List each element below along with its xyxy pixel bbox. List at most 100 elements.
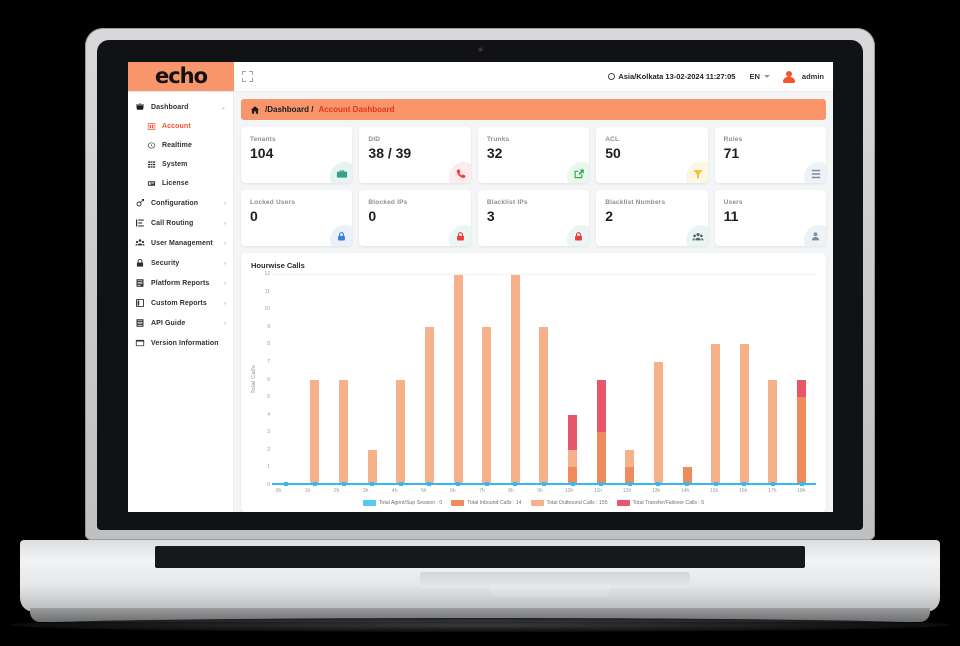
chart-bar-column[interactable] (329, 274, 358, 487)
sidebar-item-custom-reports[interactable]: Custom Reports › (128, 293, 233, 313)
breadcrumb-path[interactable]: /Dashboard / (265, 105, 313, 114)
chart-bar-segment (539, 326, 549, 485)
chart-bar-column[interactable] (644, 274, 673, 487)
chart-bar-stack (568, 274, 578, 485)
chart-bar-column[interactable] (730, 274, 759, 487)
sidebar-item-license[interactable]: License (128, 174, 233, 193)
chart-bar-column[interactable] (701, 274, 730, 487)
chart-y-tick: 9 (267, 323, 270, 330)
chart-legend-item[interactable]: Total Agent/Sup Session : 0 (362, 500, 443, 506)
brand-logo-area[interactable]: echo (128, 62, 234, 91)
chart-legend-item[interactable]: Total Outbound Calls : 155 (530, 500, 608, 506)
chart-x-axis: 0h 1h 2h 3h 4h 5h 6h 7h 8h 9h 10h 11h 12h 13h 14h 15h 16… (264, 485, 816, 496)
chart-bar-stack (596, 274, 606, 485)
stat-card-value: 0 (368, 208, 377, 224)
chart-bar-segment (797, 397, 807, 485)
chart-bar-column[interactable] (387, 274, 416, 487)
chevron-right-icon: › (223, 219, 226, 227)
chart-title: Hourwise Calls (251, 261, 305, 270)
stat-card-rules[interactable]: Rules 71 (714, 127, 827, 183)
sidebar-item-configuration[interactable]: Configuration › (128, 193, 233, 213)
chart-bar-segment (568, 414, 578, 450)
sidebar-item-dashboard[interactable]: Dashboard ⌄ (128, 97, 233, 117)
avatar[interactable] (782, 70, 796, 84)
platform-reports-icon (136, 279, 144, 287)
chart-x-tick: 12h (622, 487, 632, 494)
stat-card-trunks[interactable]: Trunks 32 (477, 127, 590, 183)
stat-card-value: 32 (486, 145, 503, 161)
chart-bar-column[interactable] (472, 274, 501, 487)
chevron-right-icon: › (223, 239, 226, 247)
sidebar-item-api-guide[interactable]: API Guide › (128, 313, 233, 333)
sidebar-item-label: Version Information (151, 339, 219, 347)
stat-card-users[interactable]: Users 11 (714, 190, 827, 246)
chart-bar-column[interactable] (444, 274, 473, 487)
sidebar-item-version-information[interactable]: Version Information (128, 333, 233, 353)
stat-card-blocked-ips[interactable]: Blocked IPs 0 (359, 190, 471, 246)
stat-card-title: Users (723, 199, 743, 206)
language-selector[interactable]: EN (749, 72, 770, 81)
chart-bar-column[interactable] (501, 274, 530, 487)
username-label: admin (801, 72, 824, 81)
chart-bar-segment (424, 326, 434, 485)
dashboard-icon (136, 103, 144, 110)
chart-legend: Total Agent/Sup Session : 0 Total Inbound… (251, 496, 816, 506)
stat-card-acl[interactable]: ACL 50 (596, 127, 708, 183)
chart-bar-column[interactable] (673, 274, 702, 487)
sidebar-item-security[interactable]: Security › (128, 253, 233, 273)
version-information-icon (135, 339, 145, 347)
sidebar-item-system[interactable]: System (128, 155, 233, 174)
brand-logo-text: echo (154, 64, 208, 88)
sidebar-item-label: Configuration (151, 199, 199, 207)
sidebar-item-label: Custom Reports (151, 299, 207, 307)
chart-legend-label: Total Inbound Calls : 14 (467, 500, 522, 506)
stat-cards-row-2: Locked Users 0 Blocked IPs 0 Blacklist I… (241, 190, 827, 246)
chart-y-axis-label: Total Calls (251, 365, 257, 394)
sidebar-item-realtime[interactable]: Realtime (128, 136, 233, 155)
language-label: EN (749, 72, 760, 81)
expand-icon[interactable] (242, 71, 253, 82)
chart-bar-column[interactable] (415, 274, 444, 487)
stat-card-title: Blocked IPs (368, 199, 408, 206)
chart-bar-segment (625, 449, 635, 468)
chart-legend-item[interactable]: Total Inbound Calls : 14 (451, 500, 522, 506)
breadcrumb: /Dashboard / Account Dashboard (241, 99, 826, 120)
stat-card-value: 0 (250, 208, 258, 224)
users-group-icon (685, 225, 708, 246)
chart-bar-column[interactable] (358, 274, 387, 487)
stat-card-blacklist-ips[interactable]: Blacklist IPs 3 (477, 190, 590, 246)
chart-legend-swatch (362, 500, 376, 506)
chart-bar-column[interactable] (616, 274, 645, 487)
chart-bar-segment (797, 379, 807, 398)
chart-x-tick: 9h (537, 487, 543, 494)
chart-bar-stack (739, 274, 749, 485)
phone-icon (448, 162, 471, 183)
sidebar-item-user-management[interactable]: User Management › (128, 233, 233, 253)
chart-x-tick: 3h (362, 487, 369, 494)
chart-legend-label: Total Agent/Sup Session : 0 (378, 500, 443, 506)
sidebar-item-account[interactable]: Account (128, 117, 233, 136)
chart-bar-column[interactable] (787, 274, 816, 487)
sidebar-item-call-routing[interactable]: Call Routing › (128, 213, 233, 233)
chevron-right-icon: › (223, 319, 226, 327)
body-row: Dashboard ⌄ Account Realtime System Lice… (128, 92, 833, 512)
sidebar-item-platform-reports[interactable]: Platform Reports › (128, 273, 233, 293)
chart-bar-column[interactable] (272, 274, 301, 487)
stat-card-did[interactable]: DID 38 / 39 (359, 127, 471, 183)
chart-bar-segment (453, 274, 463, 485)
chart-y-tick: 8 (267, 341, 270, 348)
stat-card-value: 38 / 39 (368, 145, 412, 161)
lock-blue-icon (330, 225, 353, 246)
stat-card-blacklist-numbers[interactable]: Blacklist Numbers 2 (596, 190, 708, 246)
chart-baseline (272, 483, 816, 485)
chart-legend-item[interactable]: Total Transfer/Failover Calls : 6 (616, 500, 704, 506)
chart-bar-column[interactable] (301, 274, 330, 487)
globe-icon (608, 73, 616, 80)
chart-bar-column[interactable] (587, 274, 616, 487)
stat-card-locked-users[interactable]: Locked Users 0 (241, 190, 353, 246)
chart-bar-column[interactable] (530, 274, 559, 487)
chart-bar-column[interactable] (759, 274, 788, 487)
stat-card-tenants[interactable]: Tenants 104 (241, 127, 353, 183)
chart-bar-column[interactable] (558, 274, 587, 487)
realtime-icon (147, 142, 156, 149)
